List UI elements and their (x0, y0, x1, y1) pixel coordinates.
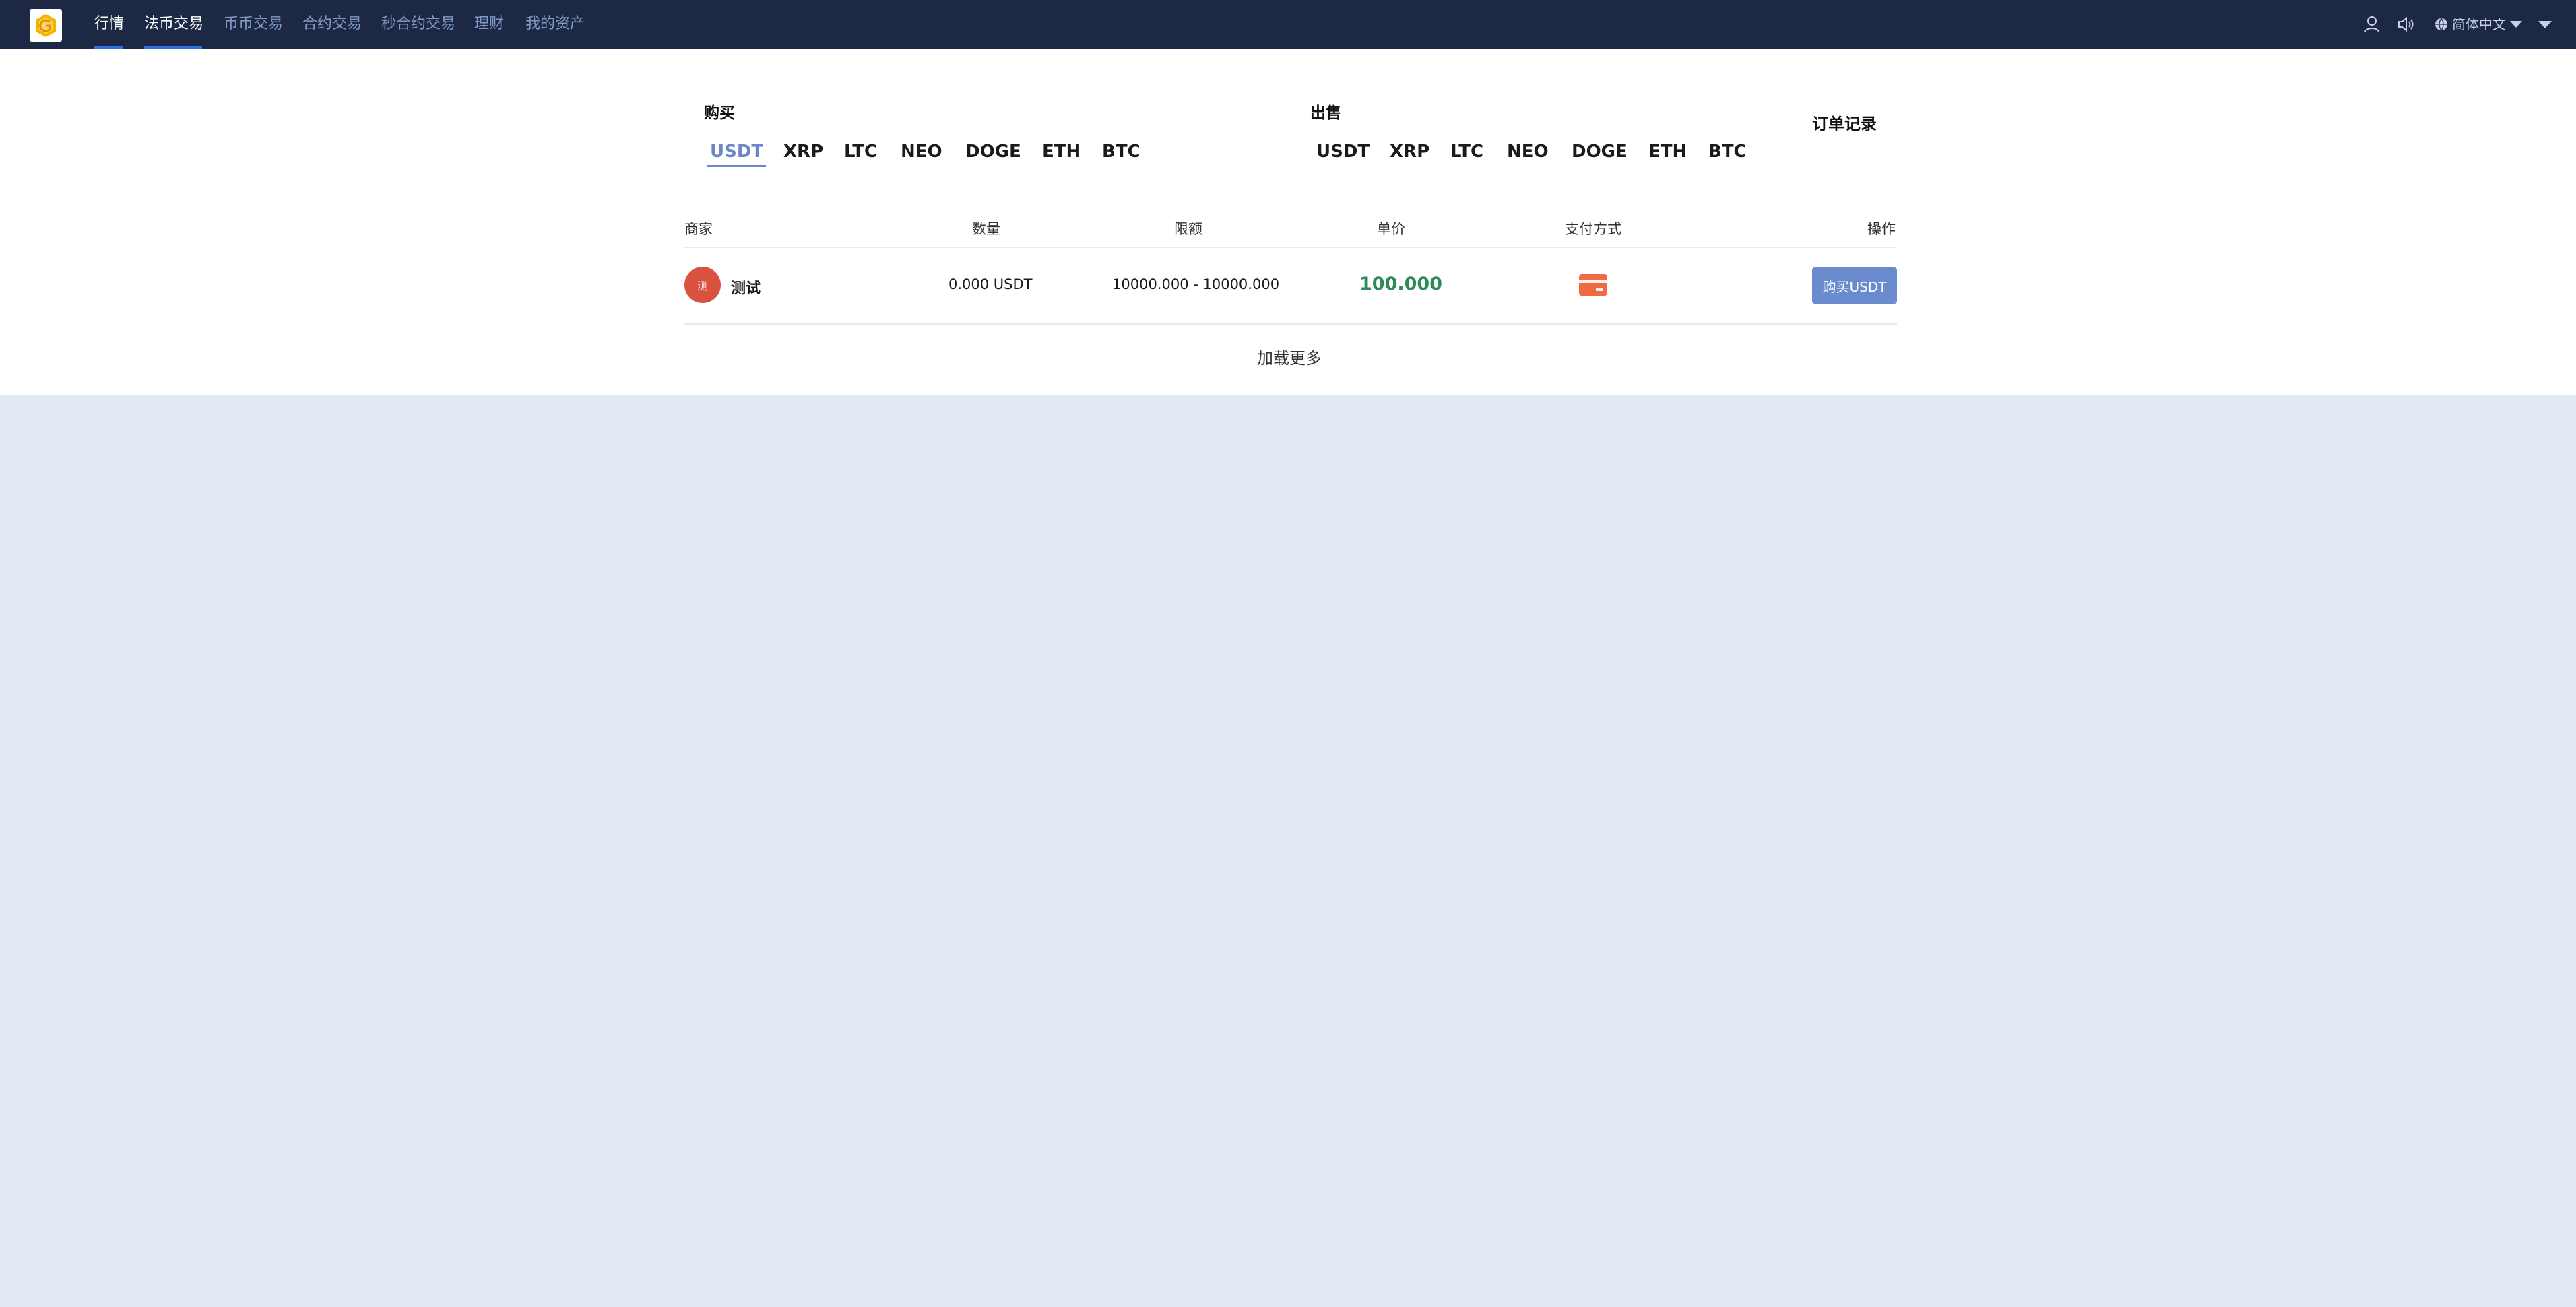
sell-tab-eth[interactable]: ETH (1648, 141, 1687, 162)
sell-tab-xrp[interactable]: XRP (1390, 141, 1429, 162)
buy-tab-ltc[interactable]: LTC (844, 141, 877, 162)
table-header-divider (684, 247, 1897, 248)
buy-usdt-button[interactable]: 购买USDT (1812, 267, 1897, 304)
header-merchant: 商家 (684, 221, 713, 237)
fiat-trade-panel: 购买 USDT XRP LTC NEO DOGE ETH BTC 出售 USDT… (0, 49, 2576, 395)
sell-tab-btc[interactable]: BTC (1708, 141, 1747, 162)
sell-tab-doge[interactable]: DOGE (1572, 141, 1628, 162)
header-quantity: 数量 (972, 221, 1000, 237)
header-action: 操作 (1867, 221, 1896, 237)
logo-icon[interactable] (30, 9, 62, 42)
nav-fiat-trade[interactable]: 法币交易 (144, 0, 203, 49)
header-unit-price: 单价 (1377, 221, 1405, 237)
buy-tab-doge[interactable]: DOGE (965, 141, 1021, 162)
nav-contract-trade[interactable]: 合约交易 (302, 0, 362, 49)
globe-icon (2435, 18, 2447, 31)
header-payment-method: 支付方式 (1565, 221, 1621, 237)
load-more-button[interactable]: 加载更多 (1257, 345, 1322, 369)
buy-tab-eth[interactable]: ETH (1042, 141, 1081, 162)
buy-tab-xrp[interactable]: XRP (783, 141, 823, 162)
bank-card-icon (1578, 274, 1608, 299)
language-selector[interactable]: 简体中文 (2435, 0, 2522, 49)
unit-price-value: 100.000 (1359, 274, 1442, 294)
buy-tab-neo[interactable]: NEO (901, 141, 942, 162)
limit-value: 10000.000 - 10000.000 (1112, 276, 1280, 292)
avatar: 测 (684, 267, 721, 303)
header-limit: 限额 (1174, 221, 1202, 237)
nav-market[interactable]: 行情 (94, 0, 124, 49)
sell-tab-ltc[interactable]: LTC (1450, 141, 1483, 162)
nav-finance[interactable]: 理财 (474, 0, 504, 49)
buy-tab-btc[interactable]: BTC (1102, 141, 1140, 162)
nav-my-assets[interactable]: 我的资产 (525, 0, 585, 49)
menu-dropdown-icon[interactable] (2534, 13, 2556, 35)
sell-title: 出售 (1310, 104, 1341, 122)
nav-coin-trade[interactable]: 币币交易 (224, 0, 283, 49)
language-label: 简体中文 (2452, 16, 2506, 32)
sell-tab-usdt[interactable]: USDT (1316, 141, 1370, 162)
merchant-name[interactable]: 测试 (731, 276, 761, 298)
chevron-down-icon (2510, 21, 2522, 28)
nav-second-contract[interactable]: 秒合约交易 (381, 0, 455, 49)
speaker-icon[interactable] (2395, 13, 2417, 35)
user-icon[interactable] (2361, 13, 2383, 35)
top-nav: 行情 法币交易 币币交易 合约交易 秒合约交易 理财 我的资产 简体中文 (0, 0, 2576, 49)
order-record-link[interactable]: 订单记录 (1812, 110, 1877, 134)
quantity-value: 0.000 USDT (948, 276, 1033, 292)
sell-tab-neo[interactable]: NEO (1507, 141, 1549, 162)
table-row-divider (684, 323, 1897, 325)
buy-title: 购买 (704, 104, 735, 122)
buy-tab-usdt[interactable]: USDT (707, 141, 767, 167)
